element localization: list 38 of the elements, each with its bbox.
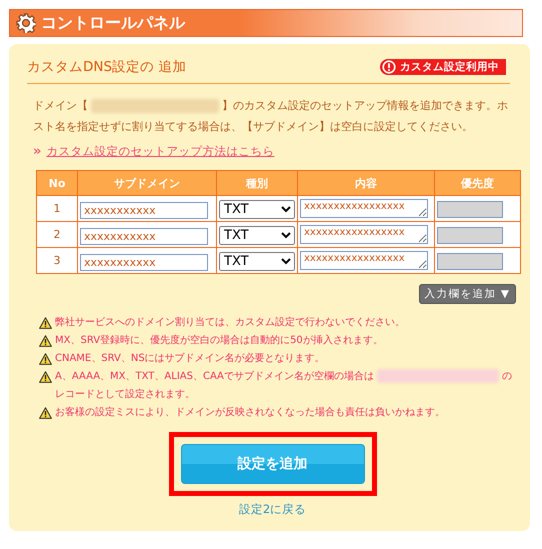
- subdomain-field[interactable]: xxxxxxxxxxx: [80, 228, 208, 244]
- content-field[interactable]: xxxxxxxxxxxxxxxxx: [300, 199, 428, 218]
- help-link[interactable]: カスタム設定のセットアップ方法はこちら: [46, 144, 274, 159]
- intro-text: ドメイン【 】のカスタム設定のセットアップ情報を追加できます。ホスト名を指定せずに割り当てする場合は、【サブドメイン】は空白に設定してください。: [33, 98, 509, 135]
- status-badge: カスタム設定利用中: [380, 59, 506, 75]
- column-header: No: [36, 170, 78, 196]
- warning-text: CNAME、SRV、NSにはサブドメイン名が必要となります。: [55, 352, 326, 366]
- column-header: 優先度: [434, 170, 520, 196]
- back-link[interactable]: 設定2に戻る: [238, 502, 306, 516]
- alert-icon: [382, 60, 396, 74]
- type-select[interactable]: TXT: [219, 200, 295, 219]
- warning-icon: [39, 335, 52, 347]
- column-header: 種別: [216, 170, 298, 196]
- column-header: サブドメイン: [78, 170, 216, 196]
- subdomain-field[interactable]: xxxxxxxxxxx: [80, 202, 208, 218]
- row-number: 1: [36, 196, 78, 222]
- row-number: 3: [36, 248, 78, 274]
- content-field[interactable]: xxxxxxxxxxxxxxxxx: [300, 225, 428, 244]
- content-field[interactable]: xxxxxxxxxxxxxxxxx: [300, 251, 428, 270]
- chevron-icon: »: [33, 144, 42, 159]
- subdomain-field[interactable]: xxxxxxxxxxx: [80, 254, 208, 270]
- warning-text: お客様の設定ミスにより、ドメインが反映されなくなった場合も責任は負いかねます。: [55, 406, 446, 420]
- gear-icon: [16, 13, 36, 33]
- warning-text: A、AAAA、MX、TXT、ALIAS、CAAでサブドメイン名が空欄の場合は のレコードとして設定されます。: [55, 368, 513, 402]
- section-title: カスタムDNS設定の 追加: [27, 58, 186, 76]
- warning-icon: [39, 353, 52, 365]
- warning-icon: [39, 317, 52, 329]
- submit-button[interactable]: 設定を追加: [180, 444, 364, 484]
- column-header: 内容: [298, 170, 434, 196]
- panel-title: コントロールパネル: [41, 12, 185, 34]
- warning-text: MX、SRV登録時に、優先度が空白の場合は自動的に50が挿入されます。: [55, 334, 384, 348]
- type-select[interactable]: TXT: [219, 226, 295, 245]
- warning-icon: [39, 407, 52, 419]
- add-rows-button[interactable]: 入力欄を追加 ▼: [418, 284, 516, 304]
- type-select[interactable]: TXT: [219, 252, 295, 271]
- warning-text: 弊社サービスへのドメイン割り当ては、カスタム設定で行わないでください。: [55, 316, 406, 330]
- row-number: 2: [36, 222, 78, 248]
- warning-icon: [39, 371, 52, 383]
